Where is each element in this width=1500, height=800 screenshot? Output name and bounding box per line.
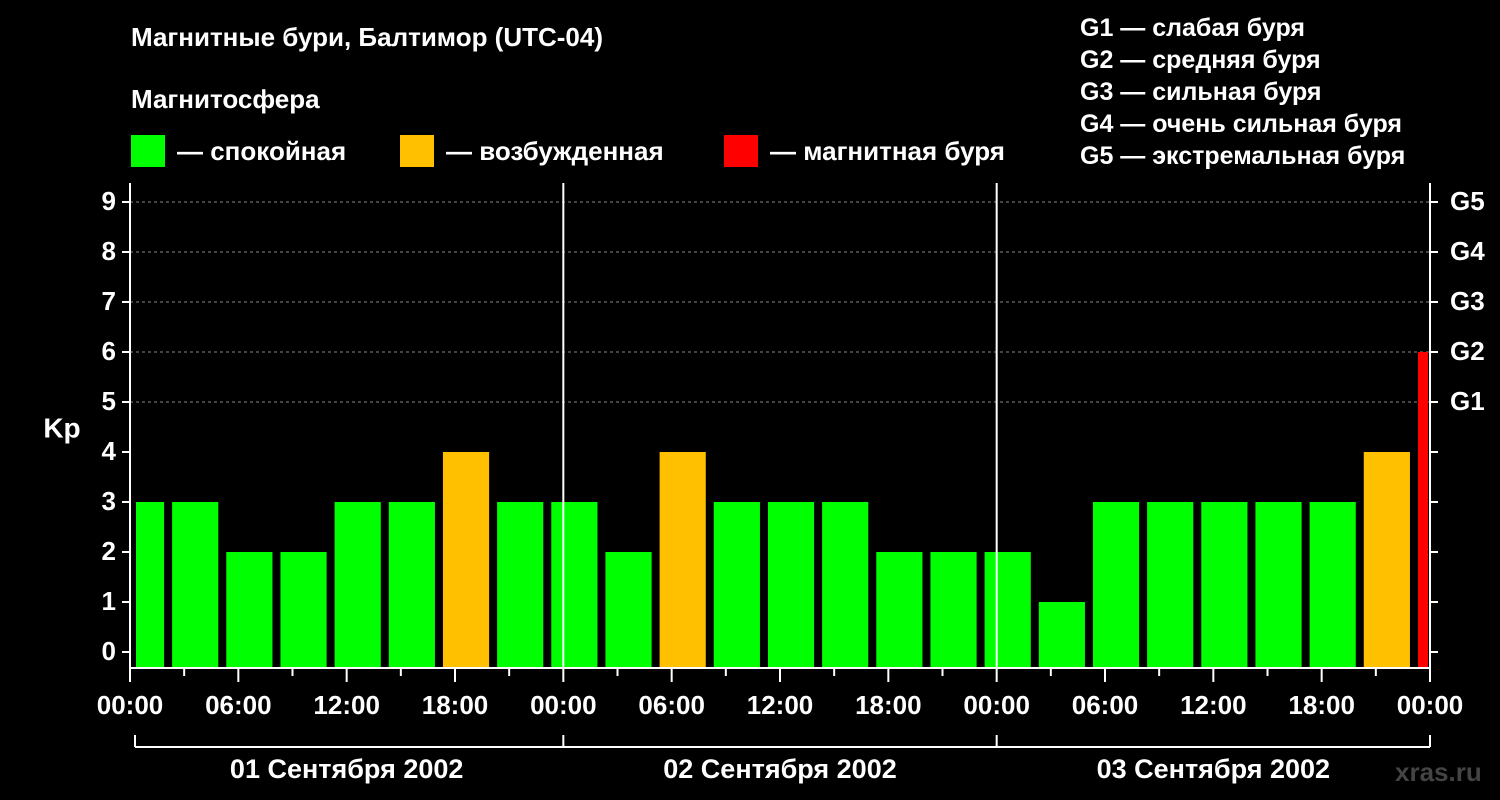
kp-bar: [1309, 502, 1356, 668]
y-tick-label: 6: [102, 336, 116, 366]
kp-bar: [930, 552, 977, 668]
kp-bar: [1363, 452, 1410, 668]
y-tick-label: 2: [102, 536, 116, 566]
g-tick-label: G5: [1450, 186, 1485, 216]
kp-bar: [713, 502, 760, 668]
kp-bar: [1417, 352, 1428, 668]
day-label: 01 Сентября 2002: [230, 754, 463, 784]
x-tick-label: 00:00: [530, 690, 597, 720]
g-tick-label: G2: [1450, 336, 1485, 366]
kp-bar: [1092, 502, 1140, 668]
kp-bar: [136, 502, 165, 668]
x-tick-label: 18:00: [422, 690, 489, 720]
x-tick-label: 12:00: [313, 690, 380, 720]
y-axis-label: Kp: [43, 412, 80, 443]
y-tick-label: 5: [102, 386, 116, 416]
x-tick-label: 06:00: [638, 690, 705, 720]
y-tick-label: 9: [102, 186, 116, 216]
kp-bar: [767, 502, 815, 668]
x-tick-label: 12:00: [747, 690, 814, 720]
x-tick-label: 00:00: [963, 690, 1030, 720]
kp-bar: [984, 552, 1031, 668]
kp-bar: [442, 452, 490, 668]
y-tick-label: 3: [102, 486, 116, 516]
x-tick-label: 18:00: [855, 690, 922, 720]
kp-bar: [551, 502, 598, 668]
day-label: 03 Сентября 2002: [1097, 754, 1330, 784]
g-tick-label: G4: [1450, 236, 1485, 266]
kp-bar: [822, 502, 869, 668]
kp-bar: [1255, 502, 1302, 668]
y-tick-label: 7: [102, 286, 116, 316]
x-tick-label: 12:00: [1180, 690, 1247, 720]
x-tick-label: 06:00: [1072, 690, 1139, 720]
kp-bar: [876, 552, 923, 668]
x-tick-label: 00:00: [1397, 690, 1464, 720]
kp-bar: [497, 502, 544, 668]
kp-bar: [659, 452, 706, 668]
day-label: 02 Сентября 2002: [663, 754, 896, 784]
x-tick-label: 18:00: [1288, 690, 1355, 720]
x-tick-label: 06:00: [205, 690, 272, 720]
kp-bar: [388, 502, 435, 668]
kp-bar: [226, 552, 273, 668]
y-tick-label: 4: [102, 436, 117, 466]
y-tick-label: 0: [102, 636, 116, 666]
kp-bar: [1201, 502, 1248, 668]
g-tick-label: G3: [1450, 286, 1485, 316]
y-tick-label: 8: [102, 236, 116, 266]
y-tick-label: 1: [102, 586, 116, 616]
kp-bar: [605, 552, 652, 668]
kp-bar: [1147, 502, 1194, 668]
x-tick-label: 00:00: [97, 690, 164, 720]
g-tick-label: G1: [1450, 386, 1485, 416]
kp-bar: [1038, 602, 1085, 668]
kp-bar: [334, 502, 381, 668]
watermark: xras.ru: [1395, 757, 1482, 787]
kp-bar-chart: 0 1 2 3 4 5 6 7 8 9 G1 G2 G3 G4 G5 Kp 00:00 06:00 12:00 18:…: [43, 183, 1485, 784]
kp-bar: [172, 502, 219, 668]
kp-bar: [280, 552, 327, 668]
